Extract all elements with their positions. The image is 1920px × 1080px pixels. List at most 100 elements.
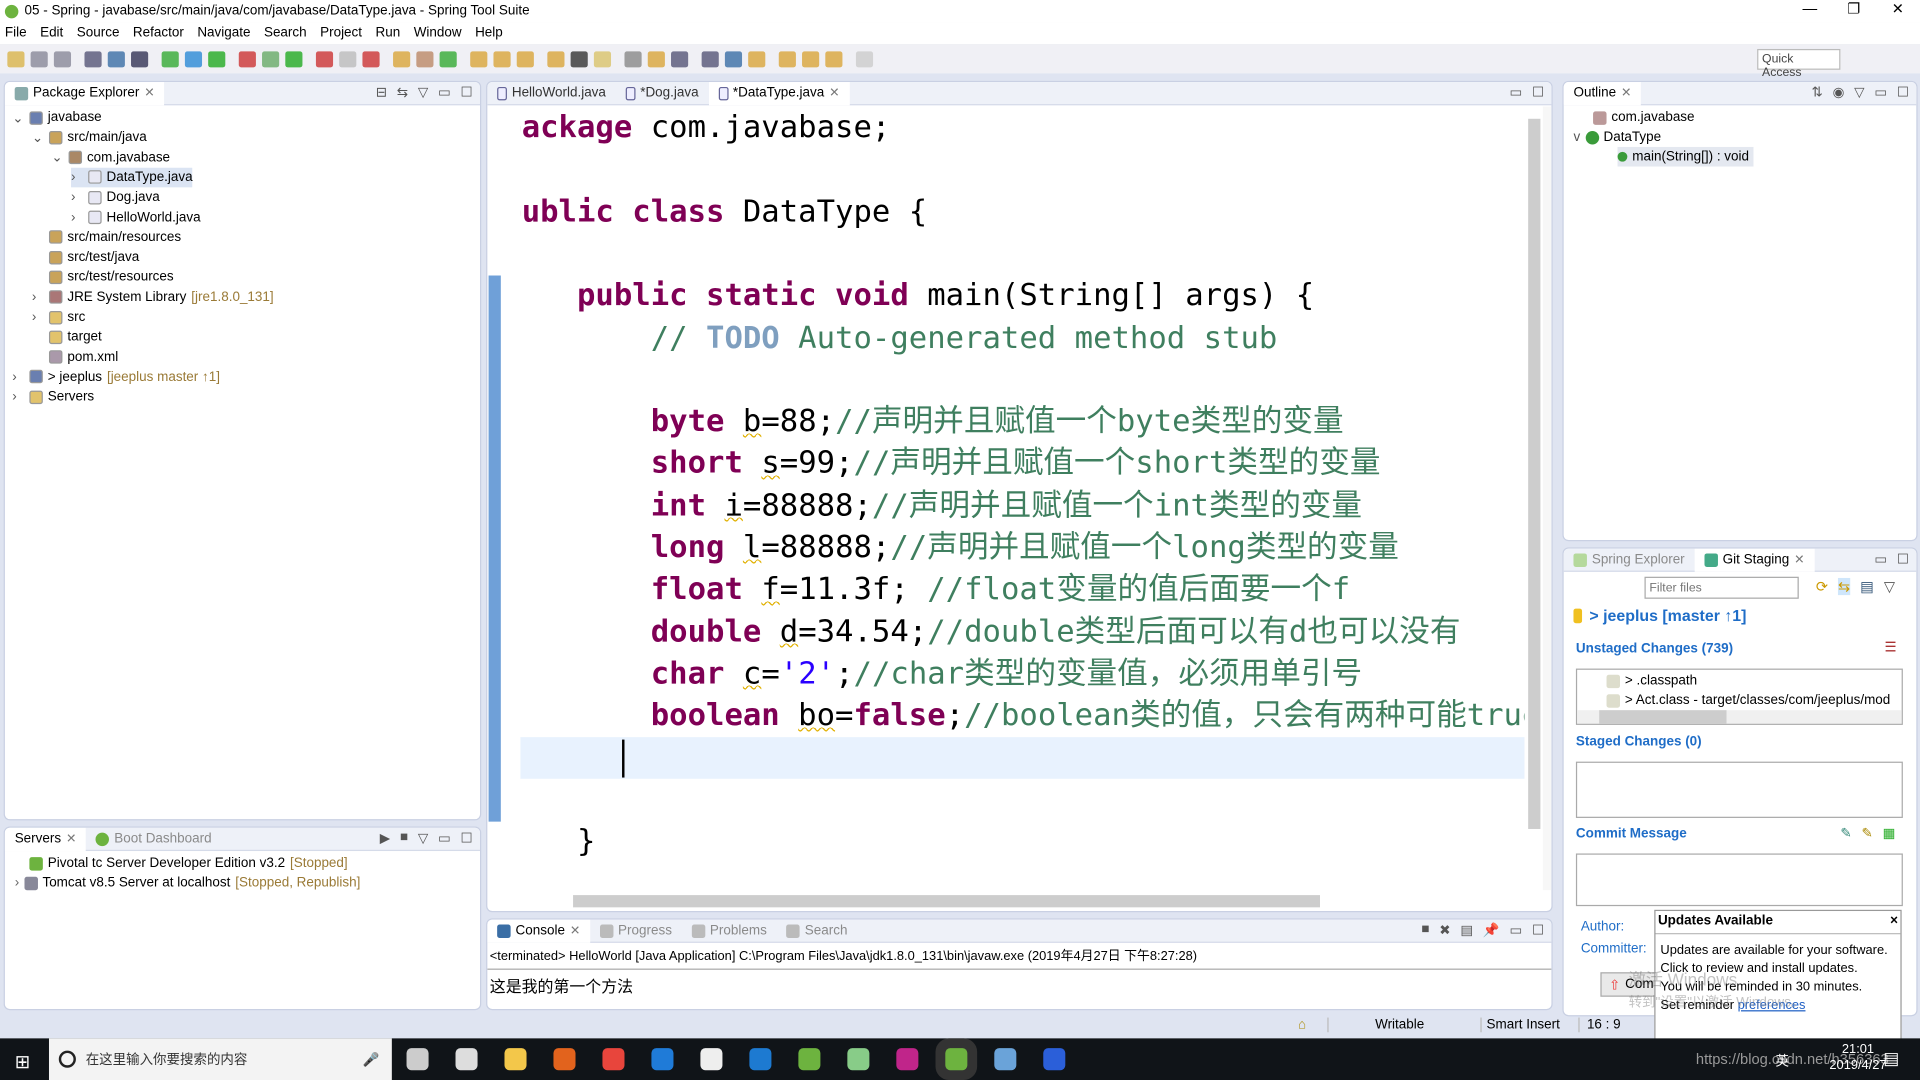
menu-refactor[interactable]: Refactor (133, 26, 184, 41)
toolbar-button-icon[interactable] (802, 50, 820, 67)
toolbar-button-icon[interactable] (161, 50, 179, 67)
view-menu-icon[interactable]: ▽ (418, 84, 428, 101)
unstaged-list[interactable]: > .classpath > Act.class - target/classe… (1575, 668, 1903, 725)
chrome-icon[interactable] (602, 1048, 625, 1071)
toolbar-button-icon[interactable] (393, 50, 411, 67)
unstaged-file[interactable]: > .classpath (1606, 671, 1697, 691)
toolbar-button-icon[interactable] (362, 50, 380, 67)
tree-item[interactable]: pom.xml (32, 347, 118, 367)
toolbar-button-icon[interactable] (53, 50, 72, 67)
toolbar-button-icon[interactable] (30, 50, 48, 67)
menu-project[interactable]: Project (320, 26, 362, 41)
toolbar-button-icon[interactable] (855, 50, 874, 67)
vscode-icon[interactable] (749, 1048, 772, 1071)
minimize-view-icon[interactable]: ▭ (438, 84, 451, 101)
toolbar-button-icon[interactable] (439, 50, 457, 67)
pin-console-icon[interactable]: 📌 (1483, 922, 1500, 938)
menu-navigate[interactable]: Navigate (197, 26, 250, 41)
tree-item[interactable]: › HelloWorld.java (71, 208, 201, 228)
maximize-view-icon[interactable]: ☐ (1897, 551, 1909, 567)
tree-item[interactable]: ⌄ src/main/java (32, 128, 147, 148)
refresh-icon[interactable]: ⟳ (1816, 578, 1828, 595)
editor-tab[interactable]: *DataType.java ✕ (708, 82, 850, 105)
minimize-view-icon[interactable]: ▭ (1874, 84, 1887, 101)
tab-outline[interactable]: Outline ✕ (1563, 82, 1642, 105)
toolbar-button-icon[interactable] (593, 50, 612, 67)
tree-item[interactable]: ⌄ com.javabase (51, 148, 170, 168)
close-tab-icon[interactable]: ✕ (570, 924, 580, 937)
tree-item[interactable]: target (32, 327, 102, 347)
tree-item[interactable]: src/main/resources (32, 228, 181, 248)
toolbar-button-icon[interactable] (84, 50, 102, 67)
list-scrollbar[interactable] (1577, 710, 1902, 724)
microphone-icon[interactable]: 🎤 (363, 1051, 380, 1067)
commit-message-input[interactable] (1575, 853, 1903, 907)
editor-tab[interactable]: *Dog.java (616, 82, 709, 105)
maximize-view-icon[interactable]: ☐ (461, 84, 473, 101)
menu-run[interactable]: Run (376, 26, 401, 41)
compare-icon[interactable]: ⇆ (1838, 577, 1851, 596)
toolbar-button-icon[interactable] (208, 50, 226, 67)
code-area[interactable]: package com.javabase; public class DataTy… (520, 107, 1524, 891)
toolbar-button-icon[interactable] (748, 50, 766, 67)
view-menu-icon[interactable]: ▽ (1854, 84, 1864, 101)
toolbar-button-icon[interactable] (315, 50, 334, 67)
toolbar-button-icon[interactable] (516, 50, 534, 67)
app-icon[interactable] (553, 1048, 576, 1071)
start-server-icon[interactable]: ▶ (380, 830, 390, 846)
menu-edit[interactable]: Edit (40, 26, 63, 41)
minimize-view-icon[interactable]: ▭ (1874, 551, 1887, 567)
tree-item[interactable]: › > jeeplus [jeeplus master ↑1] (12, 367, 220, 387)
chevron-right-icon[interactable]: › (32, 310, 44, 325)
chevron-right-icon[interactable]: › (71, 190, 83, 205)
tree-item[interactable]: ⌄ javabase (12, 108, 101, 128)
tab-servers[interactable]: Servers ✕ (4, 827, 87, 851)
toolbar-button-icon[interactable] (339, 50, 357, 67)
view-menu-icon[interactable]: ▽ (1884, 578, 1895, 595)
close-button[interactable]: ✕ (1876, 0, 1920, 22)
server-item[interactable]: › Tomcat v8.5 Server at localhost [Stopped… (15, 873, 361, 893)
toolbar-button-icon[interactable] (778, 50, 796, 67)
tab-spring-explorer[interactable]: Spring Explorer (1564, 549, 1695, 572)
presentation-icon[interactable]: ▤ (1860, 578, 1874, 595)
taskbar-search[interactable]: 在这里输入你要搜索的内容 🎤 (48, 1038, 392, 1080)
notepad-icon[interactable] (847, 1048, 870, 1071)
chevron-right-icon[interactable]: › (71, 170, 83, 185)
staged-changes-title[interactable]: Staged Changes (0) (1576, 735, 1702, 750)
console-output[interactable]: 这是我的第一个方法 (487, 970, 1551, 1001)
link-editor-icon[interactable]: ⇆ (397, 84, 408, 101)
staged-list[interactable] (1575, 761, 1903, 818)
chevron-right-icon[interactable]: › (32, 290, 44, 305)
chevron-right-icon[interactable]: › (12, 370, 24, 385)
minimize-button[interactable]: — (1788, 0, 1832, 22)
app-icon[interactable] (455, 1048, 478, 1071)
tab-console[interactable]: Console ✕ (487, 919, 590, 943)
clear-console-icon[interactable]: ▤ (1460, 922, 1473, 938)
task-view-icon[interactable] (406, 1048, 429, 1071)
close-tab-icon[interactable]: ✕ (829, 86, 839, 99)
toolbar-button-icon[interactable] (7, 50, 25, 67)
outline-item[interactable]: com.javabase (1593, 108, 1695, 128)
add-signoff-icon[interactable]: ✎ (1840, 825, 1851, 842)
hide-fields-icon[interactable]: ◉ (1833, 84, 1845, 101)
editor-tab[interactable]: HelloWorld.java (487, 82, 615, 105)
tree-item[interactable]: › Servers (12, 387, 94, 407)
toolbar-button-icon[interactable] (107, 50, 125, 67)
toolbar-button-icon[interactable] (701, 50, 719, 67)
toolbar-button-icon[interactable] (238, 50, 256, 67)
tree-item[interactable]: › src (32, 307, 85, 327)
toolbar-button-icon[interactable] (493, 50, 511, 67)
maximize-view-icon[interactable]: ☐ (461, 830, 473, 846)
view-menu-icon[interactable]: ▽ (418, 830, 428, 846)
toolbar-button-icon[interactable] (570, 50, 588, 67)
chevron-right-icon[interactable]: › (71, 210, 83, 225)
minimize-view-icon[interactable]: ▭ (438, 830, 451, 846)
toolbar-button-icon[interactable] (184, 50, 203, 67)
toolbar-button-icon[interactable] (262, 50, 280, 67)
app-icon[interactable] (994, 1048, 1017, 1071)
tree-item[interactable]: src/test/resources (32, 267, 174, 287)
filter-files-input[interactable] (1644, 576, 1799, 599)
toolbar-button-icon[interactable] (131, 50, 149, 67)
minimize-view-icon[interactable]: ▭ (1509, 922, 1522, 938)
outline-item[interactable]: main(String[]) : void (1617, 146, 1754, 167)
